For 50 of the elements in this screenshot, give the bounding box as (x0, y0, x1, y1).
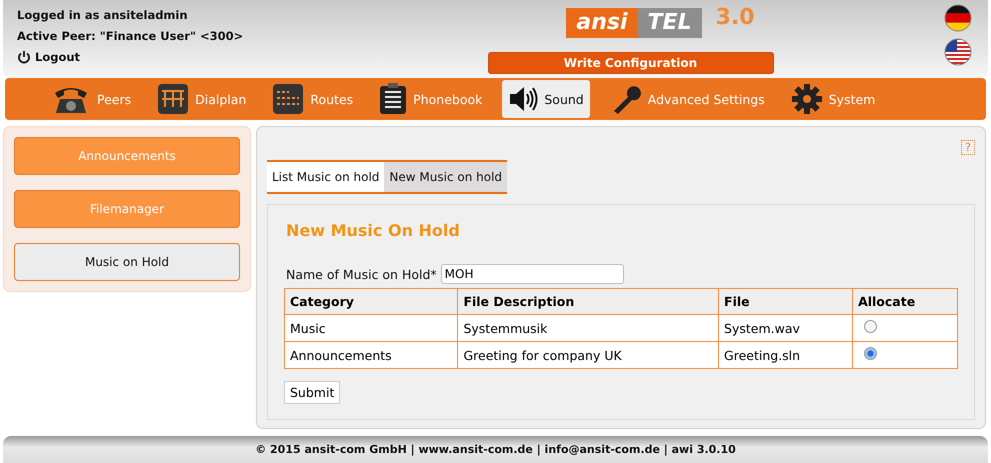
table-cell: Greeting for company UK (458, 342, 719, 368)
flag-icon[interactable] (944, 38, 972, 66)
name-field[interactable]: MOH (440, 264, 624, 284)
speaker-icon (508, 85, 538, 113)
write-configuration-button[interactable]: Write Configuration (488, 52, 774, 74)
radio-button[interactable] (864, 347, 878, 360)
name-label: Name of Music on Hold* (286, 266, 437, 282)
nav-item[interactable]: Peers (45, 80, 138, 118)
diagram-icon (157, 83, 190, 115)
nav-label: Phonebook (413, 92, 482, 106)
column-header: File Description (458, 288, 719, 314)
power-icon (17, 50, 31, 64)
help-icon[interactable]: ? (961, 140, 975, 155)
nav-item[interactable]: Phonebook (373, 80, 488, 118)
flag-icon[interactable] (944, 4, 972, 32)
gear-icon (790, 83, 823, 115)
radio-button[interactable] (864, 320, 878, 333)
table-cell: Announcements (284, 342, 458, 368)
nav-label: Sound (544, 92, 584, 106)
table-cell: System.wav (718, 314, 853, 342)
grid-icon (272, 83, 304, 115)
logout-link[interactable]: Logout (35, 50, 80, 64)
footer-text: © 2015 ansit-com GmbH | www.ansit-com.de | info@ansit-com.de | awi 3.0.10 (255, 443, 736, 456)
tab[interactable]: List Music on hold (267, 162, 384, 192)
nav-item[interactable]: Advanced Settings (604, 80, 771, 118)
tab[interactable]: New Music on hold (384, 162, 508, 192)
active-peer-text: Active Peer: "Finance User" <300> (17, 29, 244, 43)
table-cell: Systemmusik (458, 314, 719, 342)
table-cell: Music (284, 314, 458, 342)
logo: ansi TEL 3.0 (566, 8, 755, 38)
nav-label: System (828, 92, 876, 106)
login-text: Logged in as ansiteladmin (17, 8, 189, 22)
nav-label: Advanced Settings (648, 92, 765, 106)
nav-label: Peers (97, 92, 132, 106)
nav-item[interactable]: Routes (266, 80, 360, 118)
sidebar-item[interactable]: Music on Hold (14, 243, 240, 281)
sidebar-item[interactable]: Filemanager (14, 190, 240, 228)
nav-label: Dialplan (195, 92, 246, 106)
sidebar-item[interactable]: Announcements (14, 137, 240, 175)
nav-item[interactable]: System (784, 80, 882, 118)
column-header: Allocate (852, 288, 958, 314)
nav-label: Routes (310, 92, 354, 106)
submit-button[interactable]: Submit (284, 381, 340, 404)
nav-item[interactable]: Sound (502, 80, 590, 118)
table-cell: Greeting.sln (718, 342, 853, 368)
column-header: Category (284, 288, 458, 314)
nav-item[interactable]: Dialplan (151, 80, 252, 118)
form-title: New Music On Hold (286, 221, 461, 240)
column-header: File (718, 288, 853, 314)
clipboard-icon (379, 83, 408, 115)
